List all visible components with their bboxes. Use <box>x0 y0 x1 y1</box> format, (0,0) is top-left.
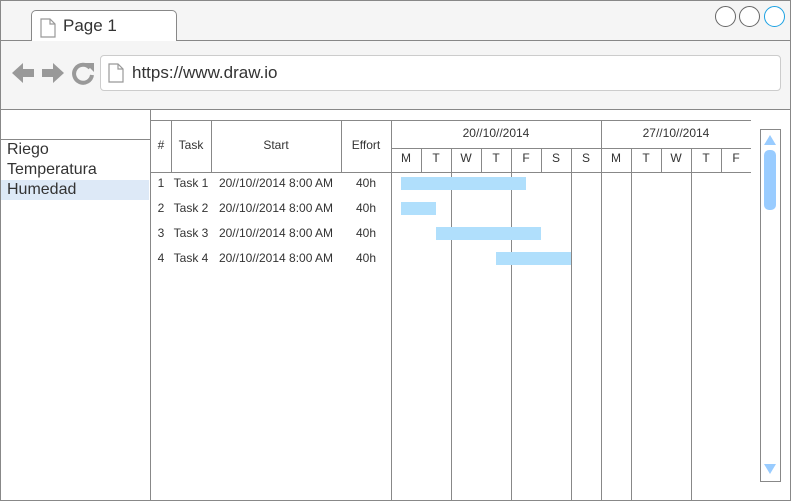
row-task[interactable]: Task 3 <box>174 226 209 240</box>
day-label: T <box>492 151 500 165</box>
row-start: 20//10//2014 8:00 AM <box>219 201 333 215</box>
close-button[interactable] <box>764 6 785 27</box>
right-arrow-icon[interactable] <box>41 61 65 85</box>
row-number: 4 <box>158 251 165 265</box>
row-start: 20//10//2014 8:00 AM <box>219 226 333 240</box>
page-icon <box>40 18 56 38</box>
row-task[interactable]: Task 2 <box>174 201 209 215</box>
tab-page-1[interactable]: Page 1 <box>31 10 177 42</box>
scroll-down-icon[interactable] <box>764 464 776 474</box>
sidebar: Riego Temperatura Humedad <box>1 110 151 500</box>
week-label: 20//10//2014 <box>463 126 530 140</box>
column-header: Start <box>263 138 289 152</box>
url-input[interactable]: https://www.draw.io <box>100 55 781 91</box>
sidebar-item-riego[interactable]: Riego <box>1 140 149 160</box>
day-label: T <box>432 151 440 165</box>
sidebar-item-temperatura[interactable]: Temperatura <box>1 160 149 180</box>
row-number: 1 <box>158 176 165 190</box>
page-icon <box>108 63 124 83</box>
column-header: # <box>158 138 165 152</box>
row-effort: 40h <box>356 251 376 265</box>
task-bar[interactable] <box>436 227 541 240</box>
row-effort: 40h <box>356 226 376 240</box>
day-label: W <box>670 151 682 165</box>
day-label: T <box>702 151 710 165</box>
task-bar[interactable] <box>401 202 436 215</box>
scroll-up-icon[interactable] <box>764 135 776 145</box>
row-effort: 40h <box>356 201 376 215</box>
day-label: W <box>460 151 472 165</box>
day-label: T <box>642 151 650 165</box>
day-label: M <box>611 151 621 165</box>
week-label: 27//10//2014 <box>643 126 710 140</box>
row-number: 2 <box>158 201 165 215</box>
column-header: Task <box>179 138 205 152</box>
row-effort: 40h <box>356 176 376 190</box>
address-bar: https://www.draw.io <box>1 41 790 110</box>
row-start: 20//10//2014 8:00 AM <box>219 176 333 190</box>
vertical-scrollbar[interactable] <box>760 129 781 482</box>
minimize-button[interactable] <box>715 6 736 27</box>
day-label: S <box>552 151 560 165</box>
left-arrow-icon[interactable] <box>11 61 35 85</box>
reload-icon[interactable] <box>71 61 95 85</box>
tab-bar: Page 1 <box>1 1 790 42</box>
gantt-chart: # Task Start Effort 20//10//2014 M T W T F S S 27//1… <box>151 120 751 500</box>
tab-title: Page 1 <box>63 16 117 35</box>
row-task[interactable]: Task 4 <box>174 251 209 265</box>
day-label: F <box>522 151 529 165</box>
task-bar[interactable] <box>401 177 526 190</box>
sidebar-item-humedad[interactable]: Humedad <box>1 180 149 200</box>
maximize-button[interactable] <box>739 6 760 27</box>
row-task[interactable]: Task 1 <box>174 176 209 190</box>
day-label: M <box>401 151 411 165</box>
column-header: Effort <box>352 138 381 152</box>
row-number: 3 <box>158 226 165 240</box>
day-label: F <box>732 151 739 165</box>
row-start: 20//10//2014 8:00 AM <box>219 251 333 265</box>
day-label: S <box>582 151 590 165</box>
url-text: https://www.draw.io <box>132 63 278 82</box>
task-bar[interactable] <box>496 252 571 265</box>
scroll-thumb[interactable] <box>764 150 776 210</box>
